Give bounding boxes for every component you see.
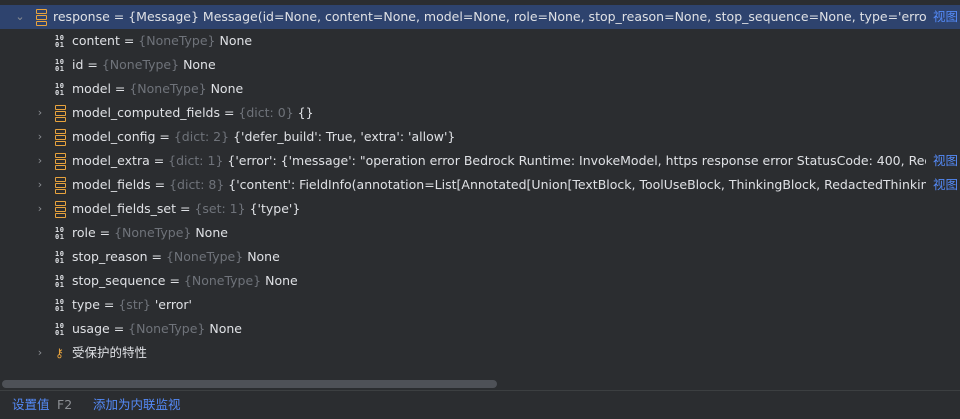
- variable-type: {str}: [118, 297, 151, 312]
- variable-name: model_computed_fields: [72, 105, 220, 120]
- variable-value: None: [247, 249, 280, 264]
- variable-value: {}: [297, 105, 314, 120]
- variable-name: type: [72, 297, 100, 312]
- set-value-shortcut: F2: [57, 397, 73, 412]
- variable-value: None: [209, 321, 242, 336]
- protected-attributes-row[interactable]: › ⚷ 受保护的特性: [0, 341, 960, 365]
- variable-value: None: [265, 273, 298, 288]
- variable-type: {NoneType}: [114, 225, 192, 240]
- variable-name: model: [72, 81, 111, 96]
- variable-type: {NoneType}: [101, 57, 180, 72]
- stack-icon: [55, 153, 69, 170]
- variable-type: {dict: 0}: [238, 105, 294, 120]
- variable-name: role: [72, 225, 96, 240]
- variable-type: {NoneType}: [165, 249, 244, 264]
- variable-name: usage: [72, 321, 110, 336]
- variable-name: response: [53, 9, 110, 24]
- binary-icon: 10 01: [55, 58, 65, 73]
- variable-name: model_fields_set: [72, 201, 177, 216]
- bottom-bar: 设置值 F2 添加为内联监视: [0, 390, 960, 419]
- chevron-right-icon[interactable]: ›: [34, 173, 46, 197]
- variable-value: {'content': FieldInfo(annotation=List[An…: [228, 177, 926, 192]
- variable-value: {'defer_build': True, 'extra': 'allow'}: [233, 129, 456, 144]
- variable-value: None: [219, 33, 253, 48]
- variable-type: {NoneType}: [129, 81, 207, 96]
- variable-type: {Message}: [128, 9, 199, 24]
- variable-name: stop_reason: [72, 249, 148, 264]
- chevron-right-icon[interactable]: ›: [34, 101, 46, 125]
- variable-name: model_extra: [72, 153, 150, 168]
- variable-row-role[interactable]: 10 01 role = {NoneType} None: [0, 221, 960, 245]
- variable-type: {NoneType}: [128, 321, 206, 336]
- binary-icon: 10 01: [55, 226, 65, 241]
- chevron-right-icon[interactable]: ›: [34, 197, 46, 221]
- view-link[interactable]: 视图: [930, 5, 958, 29]
- variable-row-model-fields-set[interactable]: › model_fields_set = {set: 1} {'type'}: [0, 197, 960, 221]
- variable-name: content: [72, 33, 120, 48]
- variable-row-id[interactable]: 10 01 id = {NoneType} None: [0, 53, 960, 77]
- stack-icon: [55, 105, 69, 122]
- variable-row-usage[interactable]: 10 01 usage = {NoneType} None: [0, 317, 960, 341]
- variable-row-model-computed-fields[interactable]: › model_computed_fields = {dict: 0} {}: [0, 101, 960, 125]
- variable-value: None: [183, 57, 216, 72]
- binary-icon: 10 01: [55, 322, 65, 337]
- variable-value: None: [210, 81, 244, 96]
- variable-type: {dict: 2}: [173, 129, 230, 144]
- binary-icon: 10 01: [55, 82, 65, 97]
- variable-name: stop_sequence: [72, 273, 166, 288]
- set-value-link[interactable]: 设置值: [12, 391, 50, 419]
- variable-row-model-config[interactable]: › model_config = {dict: 2} {'defer_build'…: [0, 125, 960, 149]
- variable-type: {set: 1}: [194, 201, 246, 216]
- variable-row-stop-sequence[interactable]: 10 01 stop_sequence = {NoneType} None: [0, 269, 960, 293]
- stack-icon: [55, 129, 69, 146]
- chevron-right-icon[interactable]: ›: [34, 125, 46, 149]
- variable-row-model-extra[interactable]: › model_extra = {dict: 1} {'error': {'mes…: [0, 149, 960, 173]
- horizontal-scrollbar[interactable]: [2, 380, 497, 388]
- variable-value: None: [195, 225, 228, 240]
- add-inline-watch-link[interactable]: 添加为内联监视: [93, 391, 181, 419]
- chevron-down-icon[interactable]: ⌄: [14, 5, 26, 29]
- variable-name: model_config: [72, 129, 156, 144]
- variable-type: {NoneType}: [138, 33, 216, 48]
- protected-attributes-label: 受保护的特性: [72, 345, 148, 360]
- binary-icon: 10 01: [55, 274, 65, 289]
- variable-row-response[interactable]: ⌄ response = {Message} Message(id=None, …: [0, 5, 960, 29]
- variable-name: model_fields: [72, 177, 151, 192]
- variable-row-model-fields[interactable]: › model_fields = {dict: 8} {'content': Fi…: [0, 173, 960, 197]
- variable-type: {NoneType}: [183, 273, 262, 288]
- chevron-right-icon[interactable]: ›: [34, 149, 46, 173]
- variable-row-content[interactable]: 10 01 content = {NoneType} None: [0, 29, 960, 53]
- variable-row-model[interactable]: 10 01 model = {NoneType} None: [0, 77, 960, 101]
- variable-type: {dict: 8}: [169, 177, 225, 192]
- stack-icon: [55, 177, 69, 194]
- key-icon: ⚷: [55, 346, 64, 360]
- variable-row-type[interactable]: 10 01 type = {str} 'error': [0, 293, 960, 317]
- chevron-right-icon[interactable]: ›: [34, 341, 46, 365]
- variable-type: {dict: 1}: [168, 153, 224, 168]
- stack-icon: [55, 201, 69, 218]
- variables-tree: ⌄ response = {Message} Message(id=None, …: [0, 5, 960, 365]
- binary-icon: 10 01: [55, 250, 65, 265]
- variable-value: 'error': [154, 297, 192, 312]
- view-link[interactable]: 视图: [931, 149, 958, 173]
- variable-name: id: [72, 57, 84, 72]
- stack-icon: [36, 9, 50, 26]
- variable-value: {'type'}: [249, 201, 301, 216]
- binary-icon: 10 01: [55, 34, 65, 49]
- variable-row-stop-reason[interactable]: 10 01 stop_reason = {NoneType} None: [0, 245, 960, 269]
- variable-value: {'error': {'message': "operation error B…: [227, 153, 926, 168]
- view-link[interactable]: 视图: [931, 173, 958, 197]
- binary-icon: 10 01: [55, 298, 65, 313]
- variable-value: Message(id=None, content=None, model=Non…: [202, 9, 926, 24]
